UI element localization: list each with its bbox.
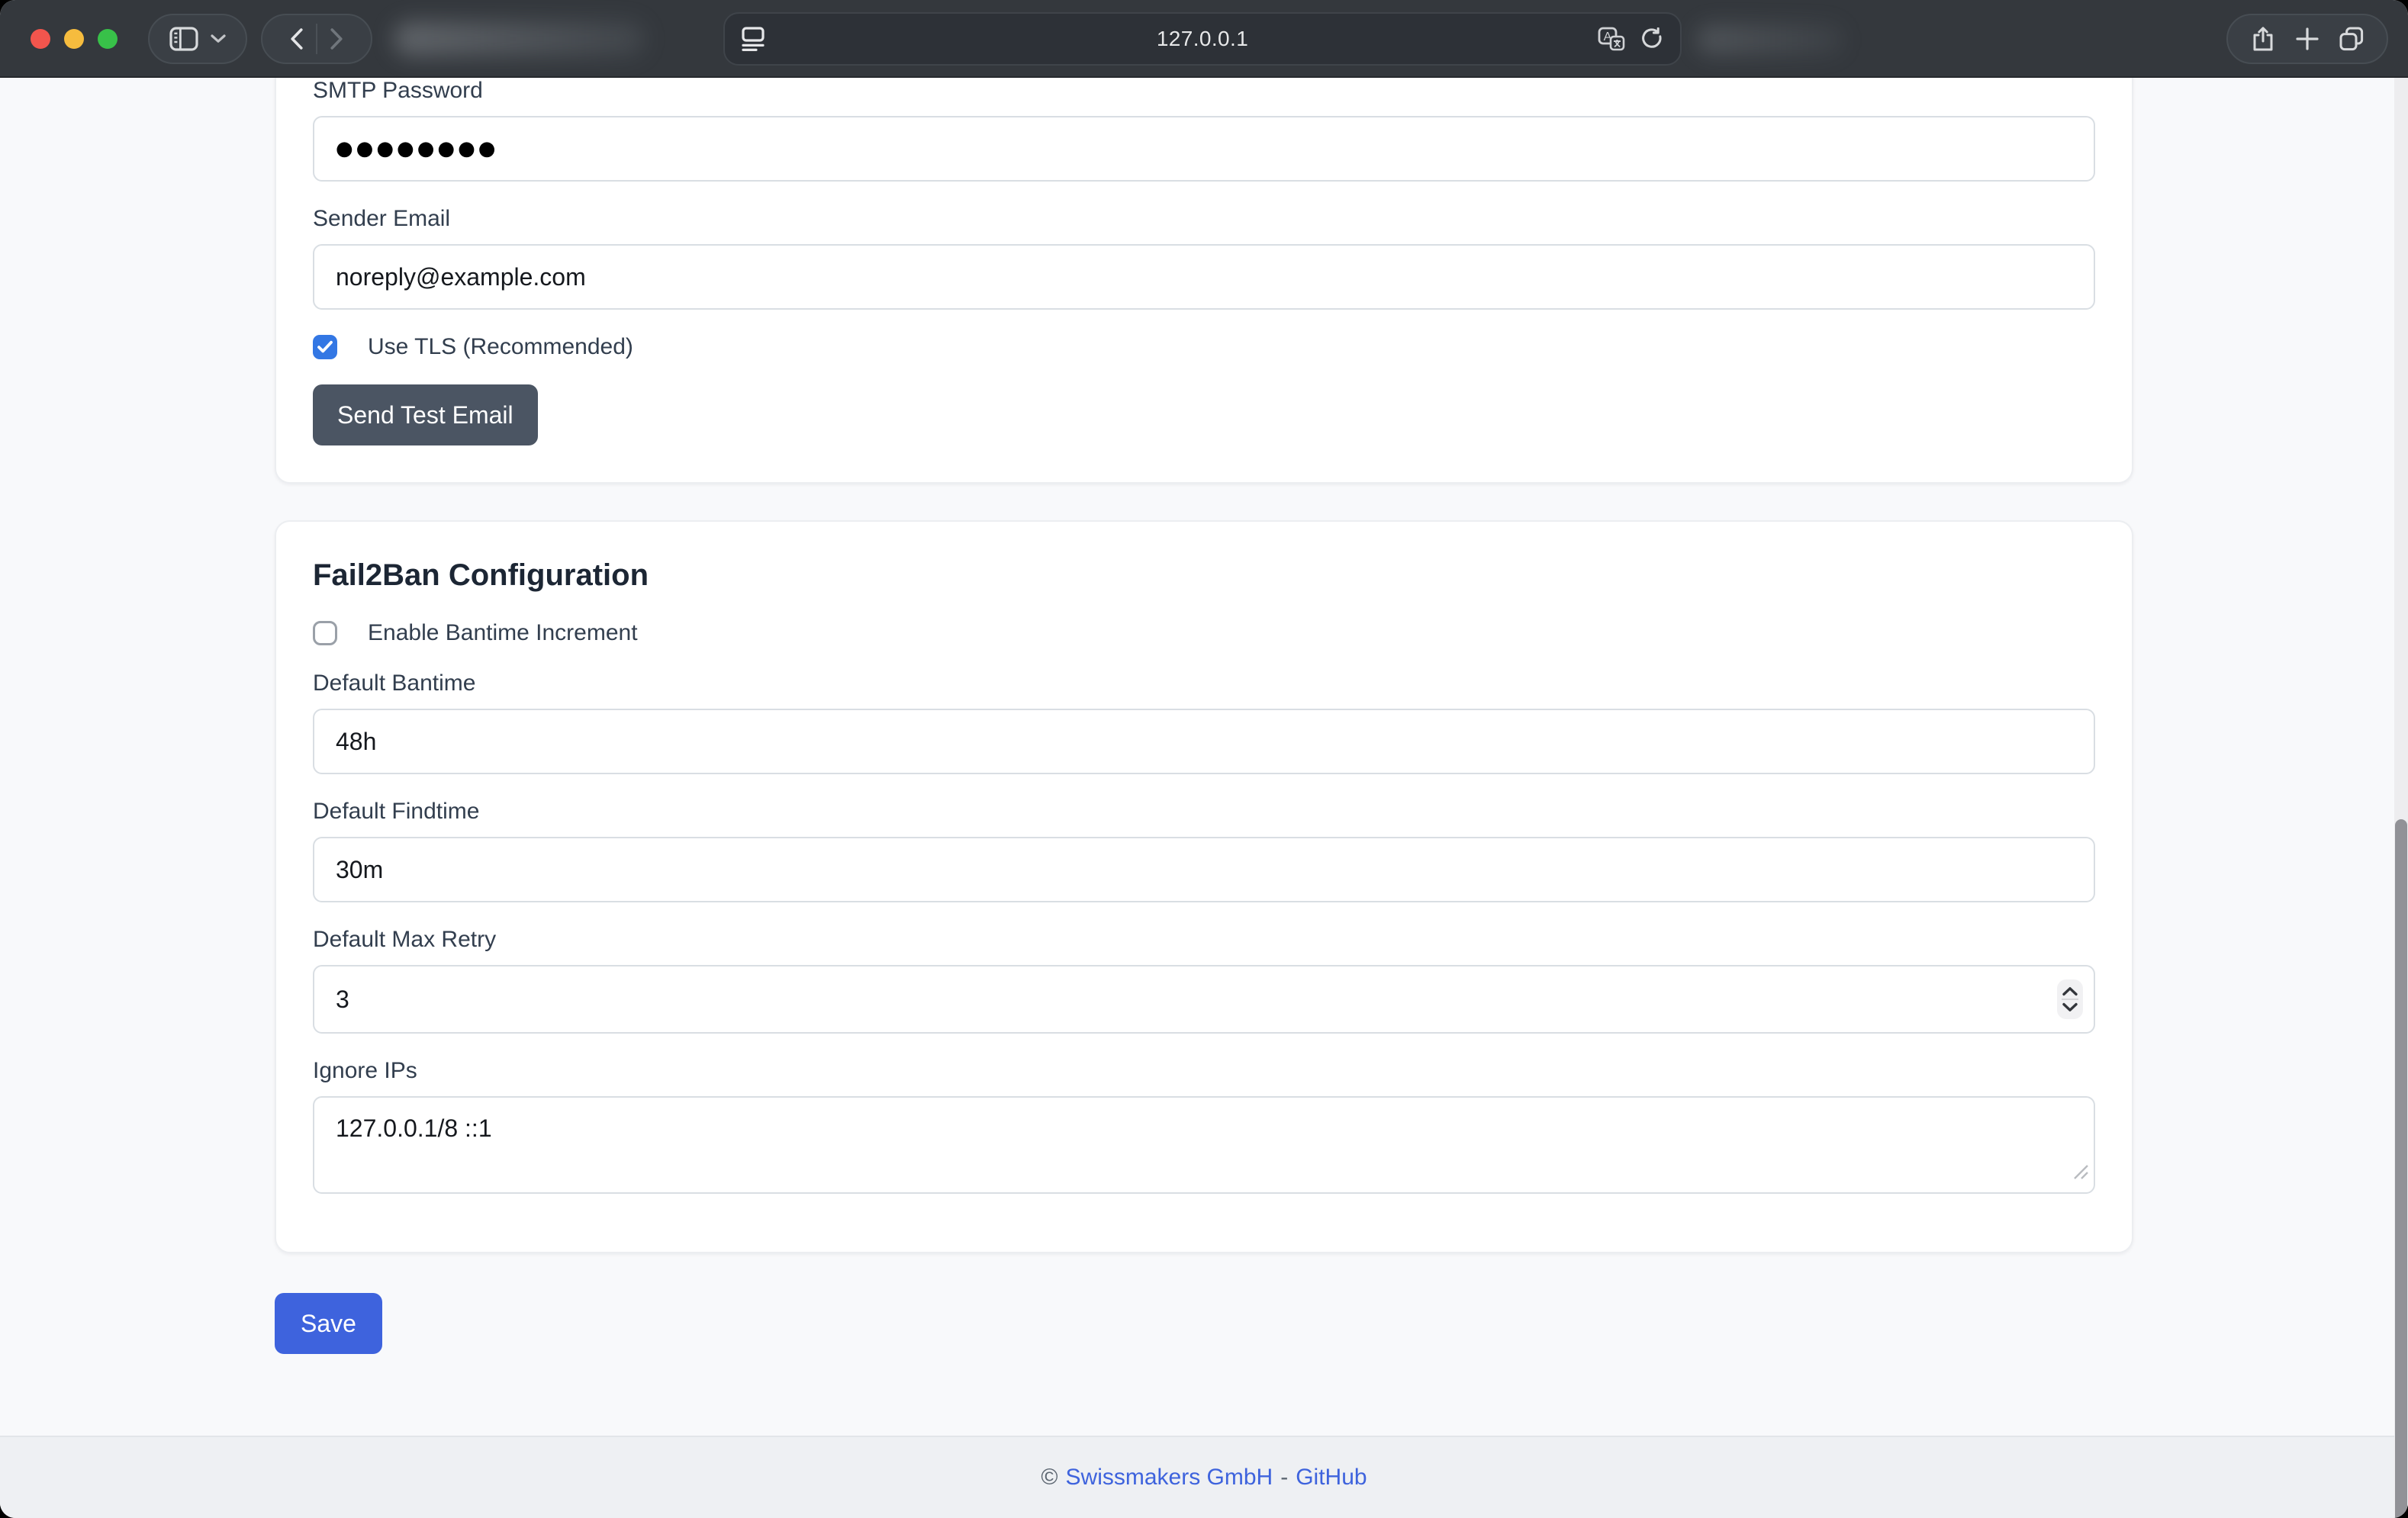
copyright-symbol: ©	[1041, 1465, 1058, 1491]
default-findtime-label: Default Findtime	[313, 799, 2095, 825]
sidebar-toggle-group[interactable]	[148, 14, 247, 64]
back-icon[interactable]	[290, 28, 304, 50]
zoom-window-button[interactable]	[98, 29, 118, 49]
company-link[interactable]: Swissmakers GmbH	[1066, 1465, 1273, 1491]
blurred-tab-title	[394, 21, 645, 56]
default-max-retry-input[interactable]: 3	[313, 965, 2095, 1034]
page-content: SMTP Password Sender Email Use TLS (Reco…	[0, 78, 2408, 1518]
default-bantime-input[interactable]	[313, 709, 2095, 774]
safari-window: 127.0.0.1 A	[0, 0, 2408, 1518]
browser-toolbar: 127.0.0.1 A	[0, 0, 2408, 78]
fail2ban-config-card: Fail2Ban Configuration Enable Bantime In…	[275, 520, 2133, 1253]
chevron-down-icon[interactable]	[211, 34, 226, 43]
share-icon[interactable]	[2251, 26, 2275, 52]
ignore-ips-textarea[interactable]: 127.0.0.1/8 ::1	[313, 1096, 2095, 1194]
sender-email-label: Sender Email	[313, 206, 2095, 232]
sender-email-input[interactable]	[313, 244, 2095, 310]
screen: 127.0.0.1 A	[0, 0, 2408, 1518]
check-icon	[317, 340, 333, 354]
page-scrollbar[interactable]	[2394, 78, 2408, 1518]
scrollbar-thumb[interactable]	[2395, 819, 2407, 1518]
toolbar-actions-group	[2226, 14, 2388, 64]
tabs-overview-icon[interactable]	[2339, 27, 2364, 51]
url-text[interactable]: 127.0.0.1	[816, 27, 1589, 51]
new-tab-icon[interactable]	[2296, 27, 2319, 50]
minimize-window-button[interactable]	[64, 29, 84, 49]
sidebar-icon[interactable]	[169, 27, 198, 51]
default-findtime-input[interactable]	[313, 837, 2095, 902]
resize-handle-icon[interactable]	[2072, 1158, 2089, 1186]
footer-separator: -	[1280, 1465, 1288, 1491]
blurred-toolbar-item	[1697, 24, 1843, 55]
bantime-increment-label: Enable Bantime Increment	[368, 620, 638, 646]
default-bantime-label: Default Bantime	[313, 671, 2095, 696]
max-retry-value: 3	[314, 986, 349, 1014]
reload-icon[interactable]	[1640, 27, 1663, 50]
bantime-increment-checkbox[interactable]	[313, 621, 337, 645]
stepper-up-icon	[2062, 986, 2078, 997]
site-footer: © Swissmakers GmbH - GitHub	[0, 1436, 2408, 1518]
address-bar[interactable]: 127.0.0.1 A	[723, 12, 1682, 66]
close-window-button[interactable]	[31, 29, 50, 49]
default-max-retry-label: Default Max Retry	[313, 927, 2095, 953]
send-test-email-button[interactable]: Send Test Email	[313, 384, 538, 445]
smtp-password-label: SMTP Password	[313, 78, 2095, 104]
smtp-password-input[interactable]	[313, 116, 2095, 182]
page-layout-icon[interactable]	[742, 27, 765, 51]
stepper-down-icon	[2062, 1002, 2078, 1012]
nav-buttons-group	[261, 14, 372, 64]
use-tls-label: Use TLS (Recommended)	[368, 334, 633, 360]
save-button[interactable]: Save	[275, 1293, 382, 1354]
forward-icon[interactable]	[330, 28, 343, 50]
github-link[interactable]: GitHub	[1296, 1465, 1367, 1491]
fail2ban-title: Fail2Ban Configuration	[313, 558, 2095, 593]
translate-icon[interactable]: A	[1598, 27, 1625, 51]
nav-divider	[316, 24, 317, 54]
number-stepper[interactable]	[2057, 979, 2083, 1019]
use-tls-checkbox[interactable]	[313, 335, 337, 359]
smtp-settings-card: SMTP Password Sender Email Use TLS (Reco…	[275, 78, 2133, 484]
ignore-ips-label: Ignore IPs	[313, 1058, 2095, 1084]
